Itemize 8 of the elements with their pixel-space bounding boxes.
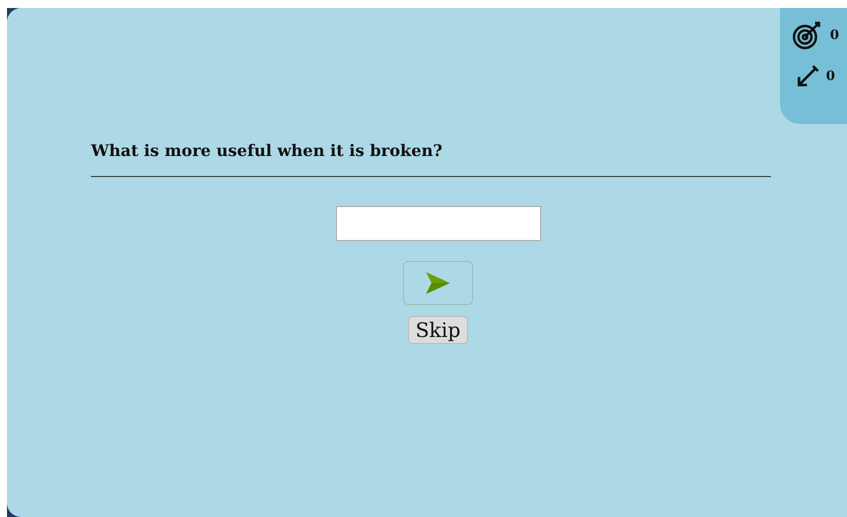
question-text: What is more useful when it is broken?	[91, 141, 444, 162]
score-count: 0	[826, 68, 836, 84]
skip-button[interactable]: Skip	[408, 316, 468, 344]
send-icon	[425, 271, 451, 295]
score-count: 0	[830, 28, 840, 42]
answer-field[interactable]	[336, 206, 540, 241]
arrow-icon	[796, 64, 820, 88]
submit-button[interactable]	[403, 261, 473, 305]
